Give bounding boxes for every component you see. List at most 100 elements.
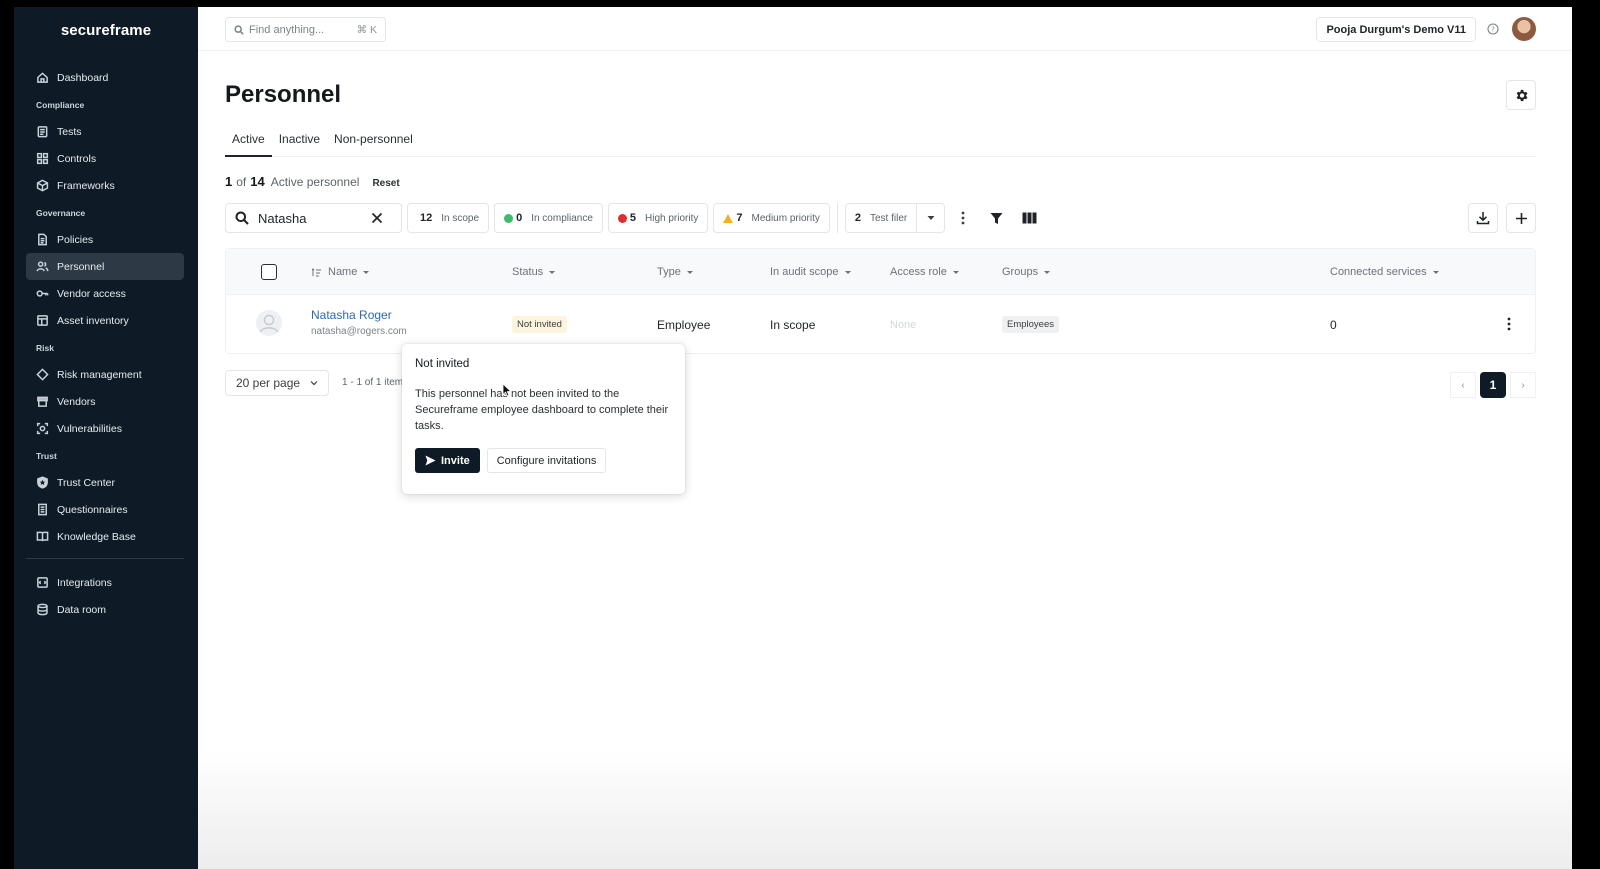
org-switcher-button[interactable]: Pooja Durgum's Demo V11 [1316, 17, 1476, 42]
next-page-button[interactable]: › [1510, 372, 1536, 398]
chip-count: 12 [420, 212, 433, 224]
access-role-value: None [890, 318, 917, 331]
count-label: Active personnel [270, 175, 360, 189]
sidebar-item-dashboard[interactable]: Dashboard [26, 64, 184, 91]
sidebar-item-questionnaires[interactable]: Questionnaires [26, 496, 184, 523]
invite-button-label: Invite [441, 454, 470, 467]
sidebar-item-label: Vendor access [57, 287, 126, 300]
sidebar-item-label: Policies [57, 233, 94, 246]
sidebar-item-frameworks[interactable]: Frameworks [26, 172, 184, 199]
tab-active[interactable]: Active [225, 129, 272, 157]
global-search-placeholder: Find anything... [249, 23, 325, 36]
column-name-label: Name [328, 266, 358, 278]
close-icon[interactable] [371, 212, 383, 224]
sidebar-section-compliance: Compliance [36, 99, 85, 110]
gear-icon [1516, 89, 1527, 101]
sidebar-item-policies[interactable]: Policies [26, 226, 184, 253]
add-personnel-button[interactable] [1506, 203, 1536, 233]
column-name[interactable]: Name [312, 249, 370, 295]
column-status[interactable]: Status [512, 249, 556, 295]
chip-label: In scope [441, 212, 480, 224]
column-access-role[interactable]: Access role [890, 249, 959, 295]
filter-button[interactable] [981, 203, 1011, 233]
help-icon[interactable]: ? [1487, 23, 1499, 35]
personnel-search-input[interactable]: Natasha [225, 203, 402, 233]
sidebar-item-label: Tests [57, 125, 82, 138]
select-all-checkbox[interactable] [261, 264, 277, 280]
download-button[interactable] [1468, 203, 1498, 233]
column-audit-scope-label: In audit scope [770, 266, 839, 278]
sidebar-item-risk-management[interactable]: Risk management [26, 361, 184, 388]
sidebar-item-vulnerabilities[interactable]: Vulnerabilities [26, 415, 184, 442]
personnel-tabs: Active Inactive Non-personnel [225, 129, 1536, 157]
sidebar-item-vendors[interactable]: Vendors [26, 388, 184, 415]
sidebar-item-personnel[interactable]: Personnel [26, 253, 184, 280]
filter-chip-high-priority[interactable]: 5 High priority [607, 203, 709, 233]
sidebar-divider [26, 558, 184, 559]
sidebar-item-trust-center[interactable]: Trust Center [26, 469, 184, 496]
tab-inactive[interactable]: Inactive [272, 129, 327, 157]
tab-non-personnel[interactable]: Non-personnel [327, 129, 420, 157]
caret-down-icon [927, 216, 935, 220]
saved-filter-button[interactable]: 2 Test filer [846, 204, 918, 232]
access-role-cell: None [890, 295, 916, 354]
search-value: Natasha [258, 210, 307, 226]
svg-text:?: ? [1491, 26, 1495, 34]
filter-chip-medium-priority[interactable]: 7 Medium priority [713, 203, 830, 233]
column-connected-services-label: Connected services [1330, 266, 1427, 278]
filter-chip-in-scope[interactable]: 12 In scope [407, 203, 490, 233]
pagination-range: 1 - 1 of 1 items [342, 377, 409, 388]
more-options-button[interactable] [948, 203, 978, 233]
personnel-table: Name Status Type In audit scope Access r… [225, 248, 1536, 354]
chip-count: 7 [736, 212, 743, 224]
current-page-button[interactable]: 1 [1480, 372, 1506, 398]
clipboard-icon [37, 126, 48, 138]
columns-button[interactable] [1014, 203, 1044, 233]
invite-button[interactable]: Invite [415, 448, 480, 473]
sidebar-item-asset-inventory[interactable]: Asset inventory [26, 307, 184, 334]
sidebar-item-controls[interactable]: Controls [26, 145, 184, 172]
grid-icon [36, 152, 49, 165]
column-type-label: Type [657, 266, 681, 278]
configure-invitations-button[interactable]: Configure invitations [486, 448, 607, 473]
sidebar-item-data-room[interactable]: Data room [26, 596, 184, 623]
chip-label: Medium priority [751, 212, 820, 224]
sidebar-item-tests[interactable]: Tests [26, 118, 184, 145]
column-audit-scope[interactable]: In audit scope [770, 249, 851, 295]
sidebar-item-vendor-access[interactable]: Vendor access [26, 280, 184, 307]
status-popover: Not invited This personnel has not been … [402, 344, 685, 494]
column-type[interactable]: Type [657, 249, 693, 295]
personnel-name-link[interactable]: Natasha Roger [311, 308, 407, 322]
column-groups[interactable]: Groups [1002, 249, 1051, 295]
per-page-select[interactable]: 20 per page [225, 370, 329, 396]
search-shortcut: ⌘ K [356, 23, 377, 36]
prev-page-button[interactable]: ‹ [1450, 372, 1476, 398]
caret-down-icon [1432, 270, 1439, 274]
sidebar-item-knowledge-base[interactable]: Knowledge Base [26, 523, 184, 550]
shield-icon [37, 476, 48, 489]
reset-button[interactable]: Reset [372, 178, 399, 189]
page-settings-button[interactable] [1506, 80, 1536, 110]
filter-chip-in-compliance[interactable]: 0 In compliance [494, 203, 603, 233]
list-doc-icon [38, 503, 47, 516]
caret-down-icon [363, 270, 370, 274]
sidebar-item-integrations[interactable]: Integrations [26, 569, 184, 596]
row-actions-icon[interactable] [1507, 317, 1511, 331]
user-avatar[interactable] [1512, 17, 1536, 41]
sidebar-item-label: Vulnerabilities [57, 422, 122, 435]
logo[interactable]: secureframe [14, 22, 198, 39]
caret-down-icon [549, 270, 556, 274]
sidebar-item-label: Knowledge Base [57, 530, 136, 543]
saved-filter-dropdown[interactable]: 2 Test filer [844, 203, 946, 233]
book-icon [36, 531, 49, 542]
status-badge[interactable]: Not invited [512, 316, 567, 333]
top-bar: Find anything... ⌘ K Pooja Durgum's Demo… [198, 7, 1572, 51]
person-icon [259, 314, 279, 333]
store-icon [37, 396, 48, 407]
count-of: of [236, 175, 247, 189]
global-search-input[interactable]: Find anything... ⌘ K [225, 17, 386, 42]
scan-icon [36, 422, 49, 435]
total-count: 14 [250, 174, 265, 189]
column-connected-services[interactable]: Connected services [1330, 249, 1439, 295]
saved-filter-toggle[interactable] [917, 204, 944, 232]
